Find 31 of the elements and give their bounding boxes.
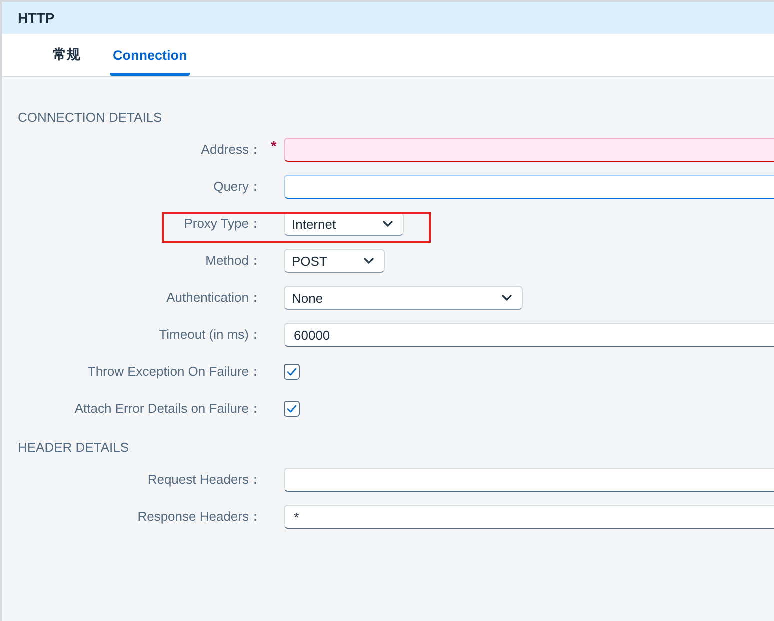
field-label: Query： (214, 178, 262, 196)
field-label: Authentication： (166, 289, 262, 307)
chevron-down-icon (383, 221, 393, 227)
check-icon (287, 368, 297, 376)
check-icon (287, 405, 297, 413)
field-label: Request Headers： (148, 471, 262, 489)
checkbox[interactable] (284, 401, 300, 417)
chevron-down-icon (364, 258, 374, 264)
field-label: Proxy Type： (184, 215, 262, 233)
text-field[interactable]: * (284, 505, 774, 529)
text-field[interactable] (284, 468, 774, 492)
section-heading: HEADER DETAILS (18, 440, 130, 454)
field-label: Method： (206, 252, 262, 270)
dropdown[interactable]: None (284, 286, 523, 310)
tab[interactable]: 常规 (50, 34, 84, 76)
checkbox[interactable] (284, 364, 300, 380)
dropdown[interactable]: POST (284, 249, 385, 273)
text-field[interactable] (284, 138, 774, 162)
field-label: Throw Exception On Failure： (88, 363, 262, 381)
text-field[interactable]: 60000 (284, 323, 774, 347)
section-heading: CONNECTION DETAILS (18, 110, 162, 124)
field-label: Response Headers： (138, 508, 262, 526)
panel-title: HTTP (18, 10, 55, 26)
dropdown[interactable]: Internet (284, 212, 404, 236)
tab[interactable]: Connection (110, 34, 190, 76)
chevron-down-icon (502, 295, 512, 301)
field-label: Timeout (in ms)： (159, 326, 262, 344)
field-label: Address： (201, 141, 262, 159)
required-asterisk: * (270, 138, 277, 154)
text-field[interactable] (284, 175, 774, 199)
field-label: Attach Error Details on Failure： (74, 400, 262, 418)
